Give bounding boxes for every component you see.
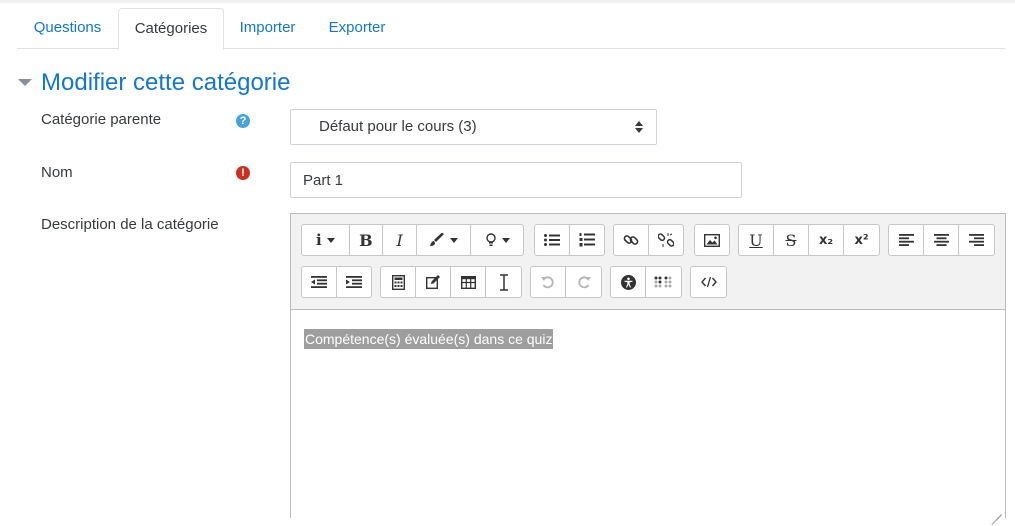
parent-category-label: Catégorie parente [41,111,162,128]
align-center-icon [933,234,949,246]
paragraph-style-button[interactable]: i [302,225,350,255]
description-text[interactable]: Compétence(s) évaluée(s) dans ce quiz [304,329,554,349]
toolbar-group-links [613,224,684,256]
description-label: Description de la catégorie [41,216,219,233]
tab-import[interactable]: Importer [224,8,311,49]
align-right-icon [969,234,984,246]
superscript-button[interactable]: x² [844,225,879,255]
align-right-button[interactable] [959,225,994,255]
strikethrough-button[interactable]: S [774,225,809,255]
accessibility-icon [620,274,636,290]
section-title[interactable]: Modifier cette catégorie [41,66,290,100]
paintbrush-icon [430,233,445,246]
toolbar-group-lists [534,224,605,256]
braille-icon [654,276,671,288]
required-icon: ! [236,166,250,180]
background-color-button[interactable] [471,225,523,255]
align-center-button[interactable] [924,225,959,255]
toolbar-group-format: U S x₂ x² [738,224,880,256]
toolbar-group-image [694,224,730,256]
toolbar-group-history [530,266,602,298]
unlink-button[interactable] [649,225,683,255]
redo-button[interactable] [566,267,601,297]
numbered-list-icon [579,233,595,247]
resize-grip-icon[interactable] [991,504,1002,525]
tab-export[interactable]: Exporter [311,8,403,49]
redo-icon [577,276,591,289]
bullet-list-icon [544,234,560,246]
undo-icon [541,276,554,289]
edit-button[interactable] [416,267,451,297]
tab-bar: Questions Catégories Importer Exporter [17,8,1005,50]
bullet-list-button[interactable] [535,225,570,255]
toolbar-group-insert [380,266,522,298]
select-arrows-icon [635,121,643,133]
parent-category-select[interactable]: Défaut pour le cours (3) [290,109,657,145]
toolbar-group-accessibility [610,266,682,298]
info-icon: i [315,231,322,249]
lightbulb-icon [486,233,496,246]
rich-text-editor: i B I U S x₂ x² Compétence(s) évaluée(s)… [290,213,1006,525]
collapse-triangle-icon[interactable] [18,79,32,86]
parent-category-value: Défaut pour le cours (3) [319,118,477,135]
bold-button[interactable]: B [350,225,384,255]
name-input[interactable] [290,162,742,198]
underline-button[interactable]: U [739,225,774,255]
align-left-button[interactable] [889,225,924,255]
numbered-list-button[interactable] [570,225,604,255]
html-source-button[interactable] [691,267,726,297]
unlink-icon [658,233,674,247]
link-icon [623,235,639,245]
tab-questions[interactable]: Questions [17,8,118,49]
outdent-icon [311,276,327,288]
clear-formatting-button[interactable] [486,267,521,297]
equation-button[interactable] [381,267,416,297]
edit-icon [425,275,440,289]
italic-button[interactable]: I [383,225,417,255]
image-icon [704,233,720,247]
help-icon[interactable]: ? [236,114,250,128]
code-icon [700,276,717,288]
name-label: Nom [41,164,73,181]
outdent-button[interactable] [302,267,337,297]
indent-icon [346,276,362,288]
text-color-button[interactable] [417,225,472,255]
toolbar-group-html [690,266,727,298]
table-icon [460,275,476,289]
insert-image-button[interactable] [695,225,729,255]
indent-button[interactable] [337,267,371,297]
undo-button[interactable] [531,267,566,297]
toolbar-group-align [888,224,995,256]
align-left-icon [898,234,914,246]
editor-content-area[interactable]: Compétence(s) évaluée(s) dans ce quiz [291,309,1005,525]
subscript-button[interactable]: x₂ [809,225,844,255]
link-button[interactable] [614,225,649,255]
calculator-icon [391,274,405,290]
accessibility-checker-button[interactable] [611,267,646,297]
toolbar-group-indent [301,266,372,298]
tab-categories[interactable]: Catégories [118,8,224,50]
top-border [0,0,1015,3]
text-cursor-icon [499,273,508,291]
screenreader-helper-button[interactable] [646,267,681,297]
table-button[interactable] [451,267,486,297]
toolbar-group-style: i B I [301,224,524,256]
